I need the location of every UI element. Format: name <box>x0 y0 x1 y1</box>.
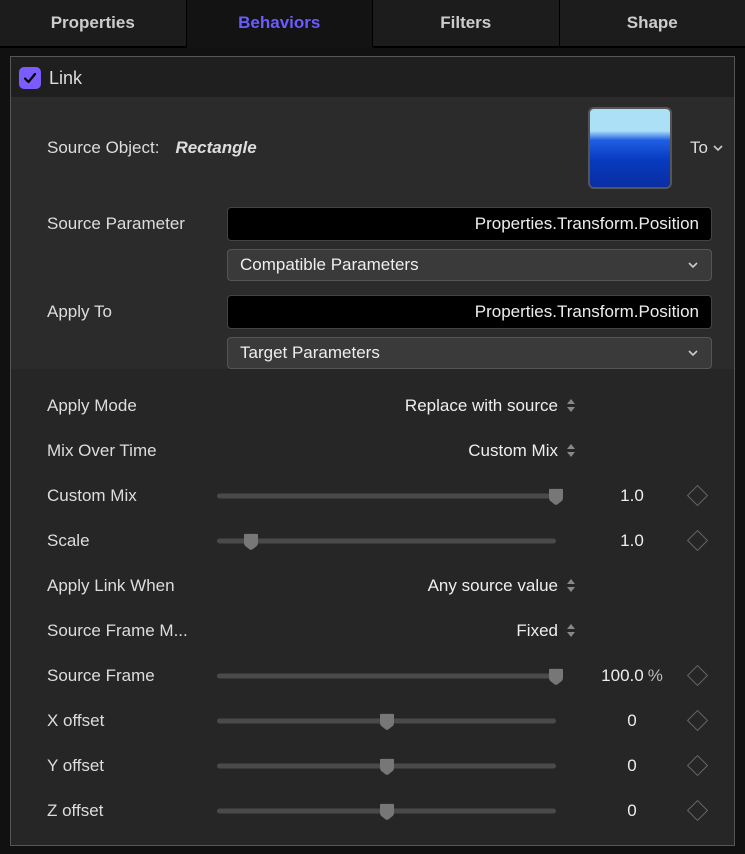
slider-thumb[interactable] <box>378 803 396 819</box>
slider-thumb[interactable] <box>547 488 565 504</box>
slider-thumb[interactable] <box>547 668 565 684</box>
chevron-down-icon <box>687 259 699 271</box>
custom-mix-slider[interactable] <box>217 484 556 508</box>
tab-shape[interactable]: Shape <box>560 0 745 48</box>
slider-thumb[interactable] <box>378 713 396 729</box>
behavior-title: Link <box>49 68 82 89</box>
scale-slider[interactable] <box>217 529 556 553</box>
enable-behavior-checkbox[interactable] <box>19 67 41 89</box>
z-offset-slider[interactable] <box>217 799 556 823</box>
source-object-row: Source Object: Rectangle To <box>11 97 734 199</box>
scale-value[interactable]: 1.0 <box>620 531 644 551</box>
z-offset-label: Z offset <box>47 801 217 821</box>
keyframe-button[interactable] <box>686 530 707 551</box>
keyframe-button[interactable] <box>686 710 707 731</box>
chevron-down-icon <box>687 347 699 359</box>
target-parameters-select[interactable]: Target Parameters <box>227 337 712 369</box>
source-parameter-field[interactable]: Properties.Transform.Position <box>227 207 712 241</box>
stepper-icon[interactable] <box>566 443 576 458</box>
tab-properties[interactable]: Properties <box>0 0 187 48</box>
source-frame-slider[interactable] <box>217 664 556 688</box>
apply-mode-value[interactable]: Replace with source <box>405 396 558 416</box>
y-offset-label: Y offset <box>47 756 217 776</box>
target-parameters-label: Target Parameters <box>240 343 380 363</box>
stepper-icon[interactable] <box>566 398 576 413</box>
behavior-header: Link <box>11 57 734 97</box>
scale-label: Scale <box>47 531 217 551</box>
tab-behaviors[interactable]: Behaviors <box>187 0 374 48</box>
x-offset-value[interactable]: 0 <box>627 711 636 731</box>
to-label: To <box>690 138 708 158</box>
source-parameter-label: Source Parameter <box>47 214 217 234</box>
z-offset-value[interactable]: 0 <box>627 801 636 821</box>
slider-thumb[interactable] <box>242 533 260 549</box>
source-frame-unit: % <box>648 666 663 686</box>
behaviors-panel: Link Source Object: Rectangle To Source … <box>10 56 735 846</box>
keyframe-button[interactable] <box>686 755 707 776</box>
slider-thumb[interactable] <box>378 758 396 774</box>
chevron-down-icon <box>712 142 724 154</box>
mix-over-time-label: Mix Over Time <box>47 441 217 461</box>
y-offset-value[interactable]: 0 <box>627 756 636 776</box>
apply-to-label: Apply To <box>47 302 217 322</box>
compatible-parameters-label: Compatible Parameters <box>240 255 419 275</box>
source-frame-value[interactable]: 100.0 <box>601 666 644 686</box>
apply-mode-label: Apply Mode <box>47 396 217 416</box>
y-offset-slider[interactable] <box>217 754 556 778</box>
tab-filters[interactable]: Filters <box>373 0 560 48</box>
x-offset-label: X offset <box>47 711 217 731</box>
tabs-bar: Properties Behaviors Filters Shape <box>0 0 745 48</box>
apply-link-when-value[interactable]: Any source value <box>428 576 558 596</box>
custom-mix-value[interactable]: 1.0 <box>620 486 644 506</box>
source-object-value: Rectangle <box>175 138 256 158</box>
apply-to-field[interactable]: Properties.Transform.Position <box>227 295 712 329</box>
keyframe-button[interactable] <box>686 485 707 506</box>
stepper-icon[interactable] <box>566 623 576 638</box>
keyframe-button[interactable] <box>686 665 707 686</box>
custom-mix-label: Custom Mix <box>47 486 217 506</box>
keyframe-button[interactable] <box>686 800 707 821</box>
source-frame-mode-label: Source Frame M... <box>47 621 217 641</box>
source-object-label: Source Object: <box>47 138 159 158</box>
to-popup[interactable]: To <box>690 138 724 158</box>
x-offset-slider[interactable] <box>217 709 556 733</box>
compatible-parameters-select[interactable]: Compatible Parameters <box>227 249 712 281</box>
apply-link-when-label: Apply Link When <box>47 576 217 596</box>
source-object-thumbnail[interactable] <box>588 107 672 189</box>
source-frame-label: Source Frame <box>47 666 217 686</box>
source-frame-mode-value[interactable]: Fixed <box>516 621 558 641</box>
mix-over-time-value[interactable]: Custom Mix <box>468 441 558 461</box>
stepper-icon[interactable] <box>566 578 576 593</box>
